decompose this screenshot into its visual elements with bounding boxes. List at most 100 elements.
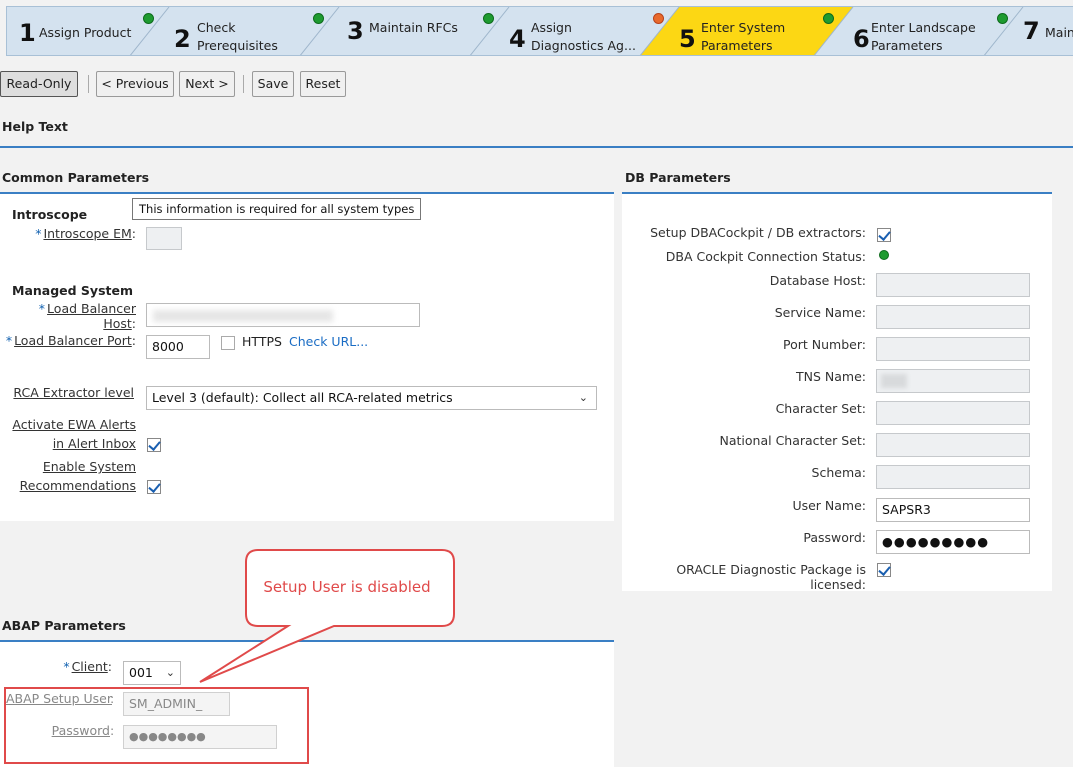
client-selected-value: 001	[129, 665, 153, 680]
setup-dbacockpit-label: Setup DBACockpit / DB extractors:	[650, 225, 866, 240]
connection-status-ok-icon	[879, 250, 889, 260]
chevron-down-icon: ⌄	[165, 666, 175, 679]
step-number: 1	[19, 19, 36, 47]
next-button[interactable]: Next >	[179, 71, 235, 97]
ewa-alerts-label-2: in Alert Inbox	[52, 436, 136, 451]
db-password-field[interactable]: ●●●●●●●●●	[876, 530, 1030, 554]
rca-extractor-select[interactable]: Level 3 (default): Collect all RCA-relat…	[146, 386, 597, 410]
step-label: Assign Product	[39, 25, 132, 40]
step-number: 3	[347, 17, 364, 45]
roadmap-step-2[interactable]: 2 Check Prerequisites	[169, 7, 339, 55]
status-ok-icon	[313, 13, 324, 24]
schema-field[interactable]	[876, 465, 1030, 489]
step-number: 2	[174, 25, 191, 53]
client-select[interactable]: 001 ⌄	[123, 661, 181, 685]
step-label: Enter System	[701, 20, 786, 35]
load-balancer-host-label: * Load Balancer Host:	[38, 301, 136, 331]
step-label-2: Prerequisites	[197, 38, 278, 53]
character-set-field[interactable]	[876, 401, 1030, 425]
roadmap-step-5[interactable]: 5 Enter System Parameters	[679, 7, 853, 55]
port-number-field[interactable]	[876, 337, 1030, 361]
tns-name-label: TNS Name:	[796, 369, 866, 384]
introscope-heading: Introscope	[12, 207, 88, 222]
schema-label: Schema:	[811, 465, 866, 480]
step-label-2: Parameters	[871, 38, 943, 53]
user-name-label: User Name:	[792, 498, 866, 513]
status-error-icon	[653, 13, 664, 24]
callout-bubble	[199, 549, 455, 683]
blurred-tns-value	[881, 374, 907, 388]
status-ok-icon	[997, 13, 1008, 24]
blurred-host-value	[153, 310, 333, 322]
help-text-link[interactable]: Help Text	[2, 119, 68, 134]
tns-name-field[interactable]	[876, 369, 1030, 393]
port-number-label: Port Number:	[783, 337, 866, 352]
reset-button[interactable]: Reset	[300, 71, 346, 97]
abap-parameters-title: ABAP Parameters	[2, 618, 126, 633]
setup-dbacockpit-checkbox[interactable]	[877, 228, 891, 242]
roadmap-step-6[interactable]: 6 Enter Landscape Parameters	[853, 7, 1023, 55]
toolbar-divider	[243, 75, 244, 93]
system-recommendations-label-2: Recommendations	[19, 478, 136, 493]
introscope-em-text: Introscope EM	[43, 226, 132, 241]
oracle-license-label: ORACLE Diagnostic Package is licensed:	[676, 562, 866, 592]
status-ok-icon	[823, 13, 834, 24]
database-host-label: Database Host:	[769, 273, 866, 288]
read-only-button[interactable]: Read-Only	[0, 71, 78, 97]
previous-button[interactable]: < Previous	[96, 71, 174, 97]
character-set-label: Character Set:	[775, 401, 866, 416]
step-label: Enter Landscape	[871, 20, 976, 35]
national-character-set-label: National Character Set:	[719, 433, 866, 448]
client-text: Client	[71, 659, 108, 674]
roadmap: 1 Assign Product 2 Check Prerequisites 3…	[0, 0, 1073, 62]
roadmap-step-3[interactable]: 3 Maintain RFCs	[339, 7, 509, 55]
introscope-em-label: * Introscope EM:	[35, 226, 136, 241]
toolbar-divider	[88, 75, 89, 93]
step-label: Assign	[531, 20, 572, 35]
introscope-em-field[interactable]	[146, 227, 182, 250]
service-name-label: Service Name:	[774, 305, 866, 320]
https-label: HTTPS	[242, 334, 282, 349]
db-parameters-title: DB Parameters	[625, 170, 731, 185]
step-label-2: Diagnostics Ag...	[531, 38, 636, 53]
step-number: 7	[1023, 17, 1040, 45]
roadmap-step-7[interactable]: 7 Main	[1023, 7, 1073, 55]
load-balancer-port-label: * Load Balancer Port:	[5, 333, 136, 348]
roadmap-step-4[interactable]: 4 Assign Diagnostics Ag...	[509, 7, 679, 55]
database-host-field[interactable]	[876, 273, 1030, 297]
ewa-alerts-label-1: Activate EWA Alerts	[12, 417, 136, 432]
chevron-down-icon: ⌄	[578, 391, 588, 404]
roadmap-step-1[interactable]: 1 Assign Product	[7, 7, 167, 55]
step-label: Main	[1045, 25, 1073, 40]
rca-selected-value: Level 3 (default): Collect all RCA-relat…	[152, 390, 453, 405]
check-url-link[interactable]: Check URL...	[289, 334, 368, 349]
common-parameters-title: Common Parameters	[2, 170, 150, 185]
service-name-field[interactable]	[876, 305, 1030, 329]
rca-extractor-label: RCA Extractor level	[13, 385, 134, 400]
client-label: * Client:	[63, 659, 112, 674]
roadmap-bar: 1 Assign Product 2 Check Prerequisites 3…	[6, 6, 1073, 56]
step-number: 6	[853, 25, 870, 53]
callout-text: Setup User is disabled	[263, 578, 431, 596]
national-character-set-field[interactable]	[876, 433, 1030, 457]
status-ok-icon	[143, 13, 154, 24]
lb-host-text: Load Balancer Host	[47, 301, 136, 331]
user-name-field[interactable]: SAPSR3	[876, 498, 1030, 522]
db-password-label: Password:	[803, 530, 866, 545]
managed-system-heading: Managed System	[12, 283, 134, 298]
ewa-alerts-checkbox[interactable]	[147, 438, 161, 452]
system-recommendations-label-1: Enable System	[42, 459, 136, 474]
save-button[interactable]: Save	[252, 71, 294, 97]
load-balancer-host-field[interactable]	[146, 303, 420, 327]
tooltip: This information is required for all sys…	[132, 198, 422, 220]
status-ok-icon	[483, 13, 494, 24]
connection-status-label: DBA Cockpit Connection Status:	[665, 249, 866, 264]
help-text-rule	[0, 146, 1073, 148]
step-label: Check	[197, 20, 236, 35]
step-number: 4	[509, 25, 526, 53]
oracle-license-checkbox[interactable]	[877, 563, 891, 577]
step-number: 5	[679, 25, 696, 53]
load-balancer-port-field[interactable]: 8000	[146, 335, 210, 359]
https-checkbox[interactable]	[221, 336, 235, 350]
system-recommendations-checkbox[interactable]	[147, 480, 161, 494]
